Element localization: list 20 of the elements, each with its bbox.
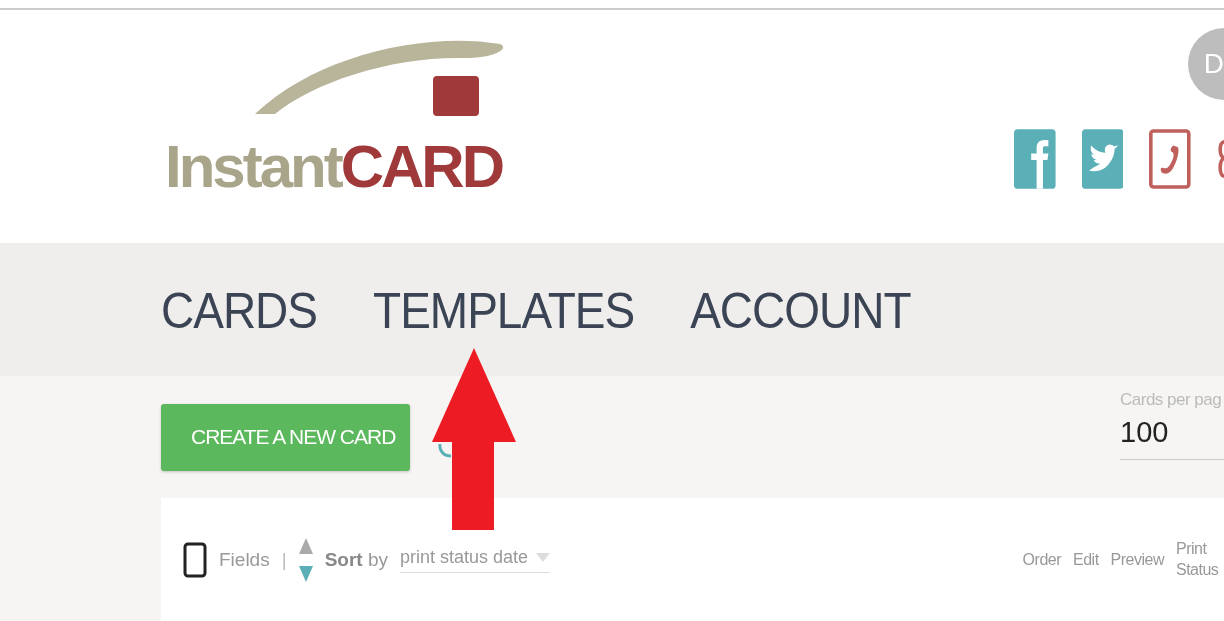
column-header: Preview: [1110, 551, 1164, 569]
column-header: Edit: [1073, 551, 1099, 569]
checkbox[interactable]: [183, 542, 207, 578]
logo-text: InstantCARD: [165, 132, 502, 201]
arc-icon[interactable]: [438, 444, 452, 458]
facebook-icon[interactable]: [1014, 126, 1056, 192]
cards-per-page-label: Cards per pag: [1120, 390, 1223, 410]
bird-icon[interactable]: [1081, 126, 1124, 192]
nav-link[interactable]: ACCOUNT: [690, 279, 911, 340]
column-header: Order: [1022, 551, 1061, 569]
logo[interactable]: InstantCARD: [165, 36, 505, 206]
nav-link[interactable]: CARDS: [161, 279, 318, 340]
nav-link[interactable]: TEMPLATES: [373, 279, 635, 340]
sort-label: Sort by: [324, 549, 388, 571]
caret-icon: [536, 552, 550, 563]
sort-arrows-icon[interactable]: [298, 538, 313, 582]
phone-icon[interactable]: [1149, 126, 1191, 192]
column-header: Print Status: [1176, 539, 1220, 580]
cards-per-page-select[interactable]: 100: [1120, 410, 1224, 460]
separator: |: [281, 549, 287, 571]
